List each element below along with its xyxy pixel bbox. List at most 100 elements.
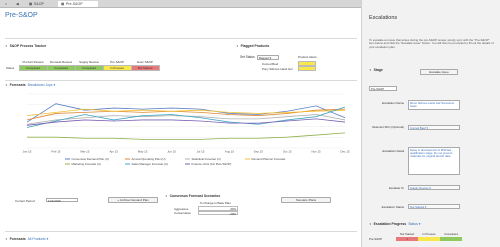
- series-line: [27, 132, 346, 140]
- stage-value[interactable]: Pre-S&OP: [369, 86, 397, 91]
- scenario-name: Conservative: [174, 211, 191, 215]
- status-label: Status: [6, 65, 15, 70]
- x-tick-label: Feb 15: [51, 150, 60, 154]
- home-icon: ⌂: [5, 2, 8, 6]
- grid-icon: ▦: [29, 2, 33, 6]
- grid-icon: ▦: [61, 2, 65, 6]
- relevant-sku-select[interactable]: Corned Beef ▾: [408, 125, 460, 130]
- legend-label[interactable]: Marketing Forecast (U): [72, 162, 102, 166]
- collapse-icon: ▼: [5, 237, 8, 241]
- divider: [5, 231, 357, 232]
- collapse-icon: ▼: [5, 44, 8, 48]
- escalation-detail-textarea[interactable]: Delay in development of MS11a2 - qualifi…: [408, 147, 460, 175]
- progress-cell: [440, 236, 462, 241]
- x-tick-label: Jun 15: [167, 150, 176, 154]
- legend-label[interactable]: Demand Planner Forecast: [252, 157, 286, 161]
- scenario-plans-button[interactable]: Scenario Plans: [281, 196, 331, 203]
- escalation-name-input[interactable]: Mono Silicone Hand 1a2 Successor Gaps: [408, 100, 460, 110]
- x-tick-label: Nov 15: [312, 150, 322, 154]
- collapse-icon: ▼: [5, 83, 8, 87]
- divider: [5, 80, 357, 81]
- flagged-item: Corned Beef: [262, 62, 279, 66]
- products-filter[interactable]: All Products ▾: [28, 237, 49, 241]
- flagged-title: Flagged Products: [240, 44, 270, 48]
- escalation-status-label: Escalation Status: [381, 205, 404, 209]
- escalation-status-select[interactable]: Not Started ▾: [408, 204, 460, 209]
- flag-status-row: Set Status Flagged ▾: [240, 55, 279, 60]
- current-period-label: Current Period: [15, 199, 35, 203]
- forecast-line-chart: Jan 15 Feb 15 Mar 15 Apr 15 May 15 Jun 15 Jul …: [23, 93, 350, 166]
- escalations-title: Escalations: [369, 15, 398, 21]
- tab-pre-sop[interactable]: ▦ Pre-S&OP: [58, 1, 98, 7]
- alert-indicator: [298, 61, 316, 66]
- escalate-issue-button[interactable]: Escalate Issue: [420, 69, 458, 75]
- scenario-name: Aggressive: [174, 206, 189, 211]
- escalate-to-label: Escalate To: [389, 186, 404, 190]
- flagged-item: Pony Silicone Hand Gel: [262, 67, 293, 71]
- scenario-header: % Change to Base Plan: [200, 201, 231, 205]
- x-tick-label: Jul 15: [197, 150, 205, 154]
- alerts-header: Product Alerts: [298, 55, 317, 59]
- x-tick-label: May 15: [138, 150, 148, 154]
- escalation-progress-header[interactable]: ▼ Escalation Progress Status ▾: [369, 222, 420, 226]
- collapse-icon: ▼: [165, 194, 168, 198]
- legend-label[interactable]: Finance Units (Fin Plan S&OP): [192, 162, 232, 166]
- status-cell: Completed: [74, 64, 104, 71]
- collapse-icon: ▼: [369, 222, 372, 226]
- breakdown-filter[interactable]: Breakdown Joys ▾: [28, 83, 56, 87]
- collapse-icon: ▼: [236, 44, 239, 48]
- current-period-input[interactable]: 11/1/2016: [46, 197, 78, 202]
- stage-section-header[interactable]: ▼ Stage: [369, 68, 383, 72]
- x-tick-label: Jan 15: [23, 150, 32, 154]
- forecasts-section-header[interactable]: ▼ Forecasts Breakdown Joys ▾: [5, 83, 55, 87]
- page-title: Pre-S&OP: [5, 12, 38, 19]
- scenarios-section-header[interactable]: ▼ Consensus Forecast Scenarios: [165, 194, 220, 198]
- legend-label[interactable]: Consensus Demand Plan (U): [72, 157, 110, 161]
- divider: [5, 38, 357, 39]
- status-cell: Completed: [18, 64, 48, 71]
- tab-sop[interactable]: ▦ S&OP: [26, 1, 56, 7]
- nav-tab[interactable]: ◀: [13, 1, 23, 7]
- escalation-progress-table: Not Started In Process Completed Pre-S&O…: [368, 232, 462, 241]
- tracker-section-header[interactable]: ▼ S&OP Process Tracker: [5, 44, 46, 48]
- home-tab[interactable]: ⌂: [2, 1, 12, 7]
- progress-status-filter[interactable]: Status ▾: [408, 222, 420, 226]
- forecasts-bottom-title: Forecasts: [9, 237, 26, 241]
- escalation-detail-label: Escalation Detail: [382, 149, 404, 153]
- progress-cell: 1: [396, 236, 418, 241]
- status-select[interactable]: Flagged ▾: [256, 55, 279, 60]
- chart-legend: Consensus Demand Plan (U) Annual Operatin…: [65, 157, 285, 166]
- status-cell: Completed: [46, 64, 76, 71]
- escalate-to-select[interactable]: Supply Review ▾: [408, 185, 460, 190]
- series-line: [26, 118, 346, 126]
- scenario-value[interactable]: -20%: [198, 210, 238, 215]
- process-tracker-table: Product Review Demand Review Supply Revi…: [5, 60, 160, 71]
- status-cell: Not Started: [130, 64, 160, 71]
- chart-series: [26, 103, 346, 140]
- progress-row-label: Pre-S&OP: [369, 236, 383, 241]
- legend-label[interactable]: Annual Operating Plan (U): [132, 157, 166, 161]
- legend-label[interactable]: Sales Manager Forecast (U): [132, 162, 168, 166]
- relevant-sku-label: Relevant SKU (Optional): [372, 125, 404, 129]
- status-cell: In Process: [102, 64, 132, 71]
- archive-demand-plan-button[interactable]: + Archive Demand Plan: [108, 196, 158, 203]
- tab-label: Pre-S&OP: [65, 2, 83, 6]
- escalations-description: To escalate an issue that arises during …: [369, 38, 494, 49]
- forecasts-bottom-header[interactable]: ▼ Forecasts All Products ▾: [5, 237, 48, 241]
- x-tick-label: Mar 15: [80, 150, 89, 154]
- progress-cell: [418, 236, 440, 241]
- x-tick-label: Apr 15: [109, 150, 118, 154]
- forecasts-title: Forecasts: [9, 83, 26, 87]
- x-tick-label: Aug 15: [225, 150, 235, 154]
- stage-title: Stage: [373, 68, 383, 72]
- legend-label[interactable]: Statistical Forecast (U): [192, 157, 221, 161]
- flagged-section-header[interactable]: ▼ Flagged Products: [236, 44, 269, 48]
- x-axis: Jan 15 Feb 15 Mar 15 Apr 15 May 15 Jun 15 Jul …: [23, 150, 350, 154]
- tab-label: S&OP: [33, 2, 44, 6]
- x-tick-label: Sep 15: [254, 150, 264, 154]
- scenarios-title: Consensus Forecast Scenarios: [169, 194, 221, 198]
- x-tick-label: Dec 15: [340, 150, 350, 154]
- x-tick-label: Oct 15: [283, 150, 292, 154]
- progress-title: Escalation Progress: [373, 222, 407, 226]
- alert-indicator: [298, 66, 316, 71]
